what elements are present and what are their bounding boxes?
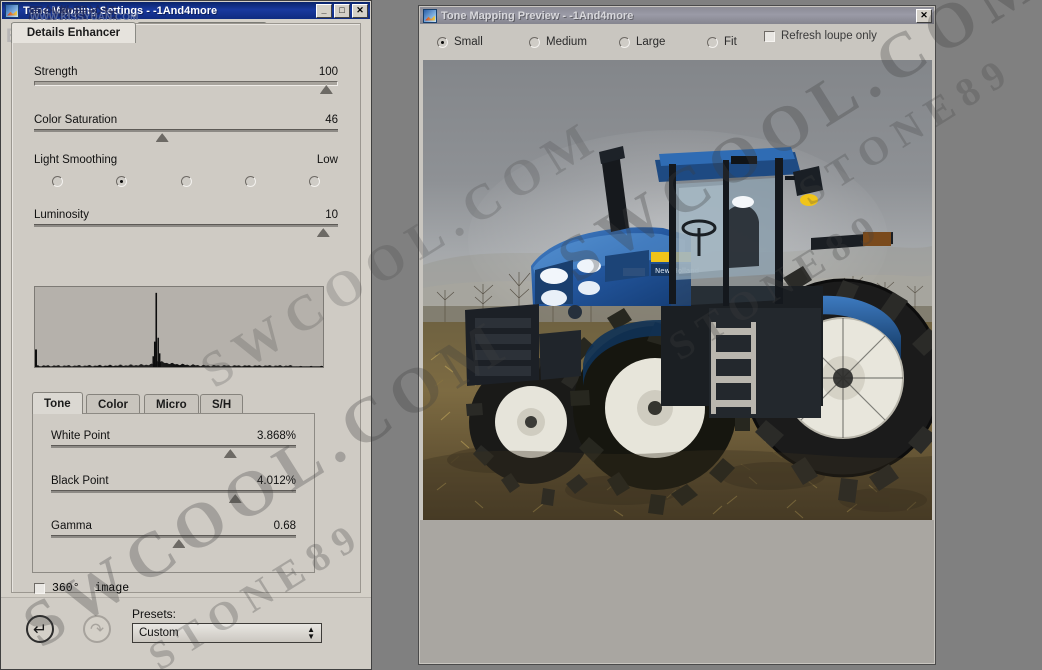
light-smoothing-radio-2[interactable] [116, 176, 128, 187]
radio-size-fit-indicator[interactable] [707, 36, 718, 48]
minimize-button[interactable]: _ [316, 3, 332, 18]
slider-luminosity-thumb[interactable] [316, 227, 330, 237]
slider-white-point-thumb[interactable] [223, 448, 237, 458]
presets-selected-value: Custom [139, 627, 179, 639]
360-image-label2: image [94, 582, 130, 595]
slider-black-point-label: Black Point [51, 475, 109, 487]
tone-mapping-preview-window: Tone Mapping Preview - -1And4more ✕ Smal… [418, 5, 936, 665]
360-image-row[interactable]: 360° image [34, 582, 129, 595]
light-smoothing-label: Light Smoothing [34, 154, 118, 166]
slider-gamma-value: 0.68 [273, 520, 296, 532]
histogram-svg [35, 287, 323, 367]
luminance-histogram [34, 286, 324, 368]
slider-white-point-value: 3.868% [256, 430, 296, 442]
slider-strength-label: Strength [34, 66, 78, 78]
light-smoothing-radio-1[interactable] [52, 176, 63, 187]
light-smoothing-radio-5[interactable] [309, 176, 320, 187]
light-smoothing-right-label: Low [316, 154, 338, 166]
preview-image[interactable]: New Holland [423, 60, 932, 520]
preview-image-svg: New Holland [423, 60, 932, 520]
inner-tab-tone[interactable]: Tone [32, 392, 83, 414]
inner-tab-micro[interactable]: Micro [144, 394, 199, 414]
360-image-checkbox[interactable] [34, 583, 45, 594]
slider-white-point-label: White Point [51, 430, 110, 442]
inner-tab-color[interactable]: Color [86, 394, 141, 414]
radio-size-small[interactable]: Small [437, 36, 483, 48]
settings-window-title: Tone Mapping Settings - -1And4more [23, 4, 218, 17]
radio-size-medium-indicator[interactable] [529, 36, 540, 48]
light-smoothing-radio-4[interactable] [244, 176, 256, 187]
preview-toolbar: Small Medium Large Fit Refresh loupe onl… [419, 25, 935, 59]
radio-size-large-indicator[interactable] [619, 36, 630, 48]
preview-window-title: Tone Mapping Preview - -1And4more [441, 9, 634, 22]
radio-size-large[interactable]: Large [619, 36, 665, 48]
radio-size-small-indicator[interactable] [437, 36, 448, 48]
radio-size-large-label: Large [636, 36, 666, 48]
maximize-button[interactable]: □ [334, 3, 350, 18]
slider-strength-track[interactable] [34, 81, 338, 86]
radio-size-medium-label: Medium [546, 36, 587, 48]
settings-window-controls: _ □ ✕ [316, 3, 368, 18]
close-button[interactable]: ✕ [352, 3, 368, 18]
slider-color-saturation-thumb[interactable] [155, 132, 169, 142]
slider-gamma-thumb[interactable] [172, 538, 186, 548]
slider-luminosity-track[interactable] [34, 224, 338, 227]
360-image-label: 360° [52, 582, 80, 595]
slider-gamma-label: Gamma [51, 520, 92, 532]
slider-white-point-track[interactable] [51, 445, 296, 448]
slider-gamma-track[interactable] [51, 535, 296, 538]
refresh-loupe-only-row[interactable]: Refresh loupe only [764, 30, 877, 42]
tone-panel: White Point 3.868% Black Point 4.012% Ga… [32, 413, 315, 573]
preview-titlebar: Tone Mapping Preview - -1And4more ✕ [420, 7, 934, 24]
slider-color-saturation-value: 46 [325, 114, 338, 126]
slider-strength-value: 100 [318, 66, 338, 78]
inner-tab-sh[interactable]: S/H [200, 394, 244, 414]
tone-mapping-settings-window: Tone Mapping Settings - -1And4more _ □ ✕… [0, 0, 372, 670]
radio-size-medium[interactable]: Medium [529, 36, 587, 48]
light-smoothing-radio-3[interactable] [180, 176, 192, 187]
radio-size-fit[interactable]: Fit [707, 36, 737, 48]
slider-black-point-value: 4.012% [256, 475, 296, 487]
settings-titlebar: Tone Mapping Settings - -1And4more _ □ ✕ [2, 2, 370, 19]
refresh-loupe-only-checkbox[interactable] [764, 30, 775, 42]
light-smoothing-group: Light Smoothing Low [34, 154, 338, 194]
radio-size-fit-label: Fit [724, 36, 737, 48]
slider-luminosity-value: 10 [325, 209, 338, 221]
slider-luminosity-label: Luminosity [34, 209, 89, 221]
preview-close-button[interactable]: ✕ [916, 8, 932, 23]
redo-button[interactable]: ↷ [83, 615, 111, 643]
presets-dropdown[interactable]: Custom ▲ ▼ [132, 623, 322, 643]
preview-empty-area [420, 520, 934, 663]
light-smoothing-radios [34, 176, 338, 187]
undo-button[interactable]: ↵ [26, 615, 54, 643]
tab-details-enhancer[interactable]: Details Enhancer [11, 22, 136, 43]
presets-spinner-icon[interactable]: ▲ ▼ [307, 626, 315, 641]
slider-black-point-thumb[interactable] [228, 493, 242, 503]
tone-tabstrip: Tone Color Micro S/H [32, 392, 312, 414]
slider-color-saturation-track[interactable] [34, 129, 338, 132]
slider-color-saturation-label: Color Saturation [34, 114, 118, 126]
preview-window-controls: ✕ [916, 8, 932, 23]
details-enhancer-panel: Strength 100 Color Saturation 46 Light S… [11, 23, 361, 595]
slider-black-point-track[interactable] [51, 490, 296, 493]
app-icon [5, 3, 19, 18]
refresh-loupe-only-label: Refresh loupe only [781, 30, 877, 42]
preview-app-icon [423, 8, 437, 23]
presets-label: Presets: [132, 607, 177, 621]
radio-size-small-label: Small [454, 36, 483, 48]
